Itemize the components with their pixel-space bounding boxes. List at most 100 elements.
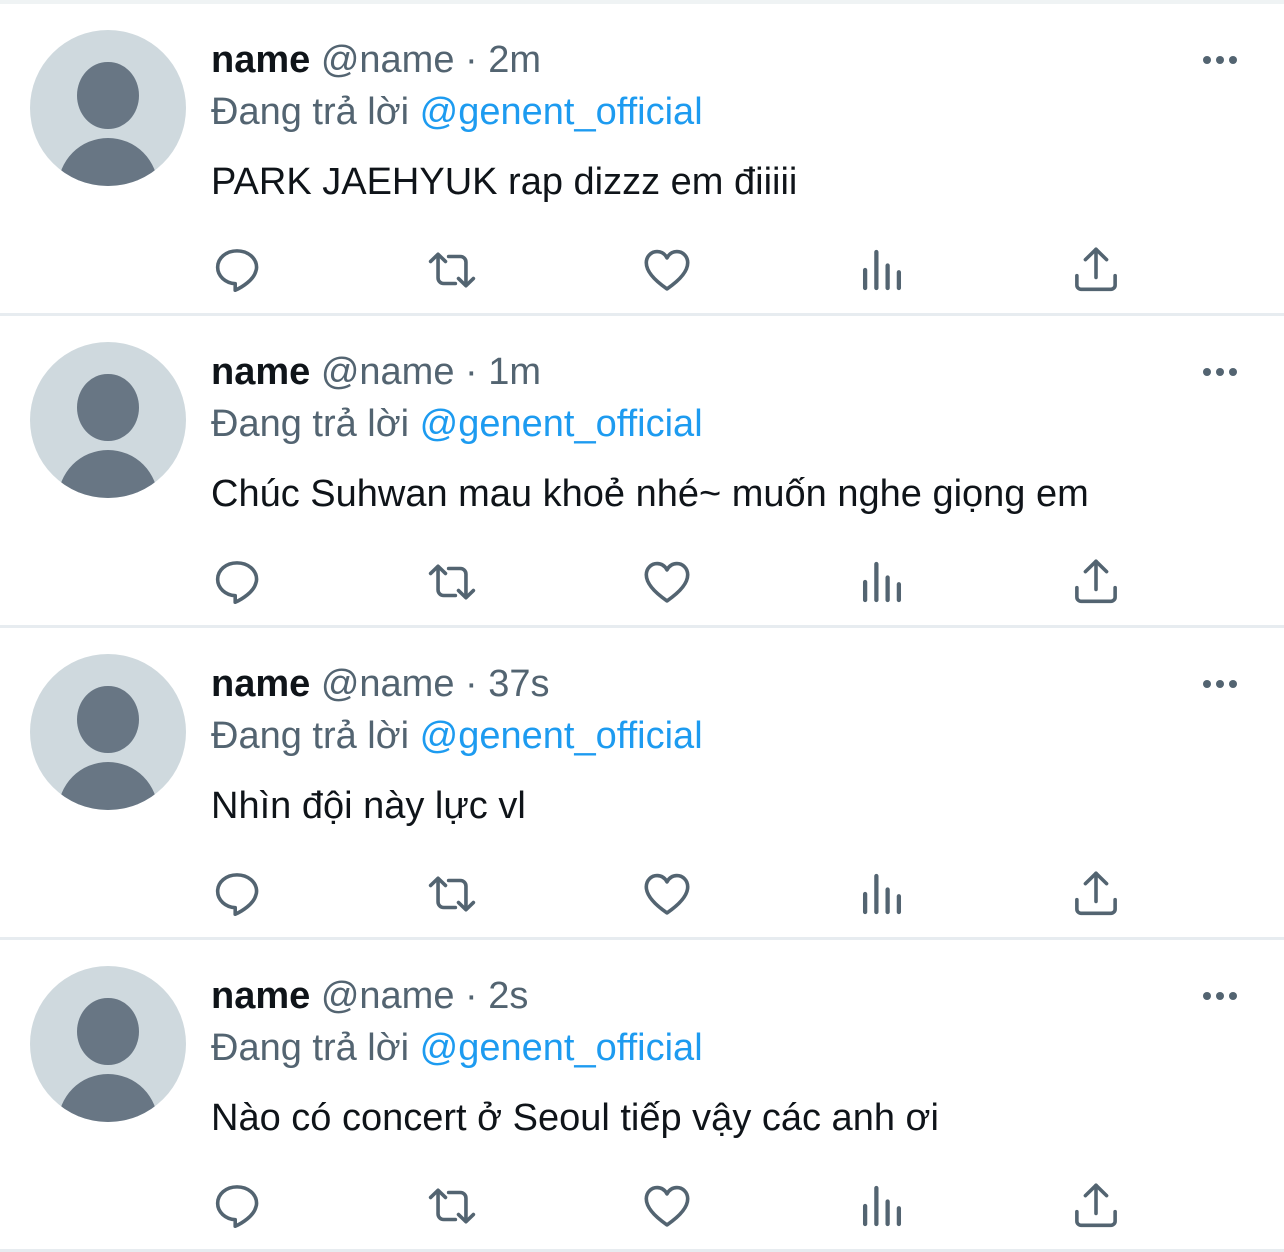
more-dots-icon[interactable] bbox=[1196, 982, 1244, 1010]
replying-to-label: Đang trả lời bbox=[211, 715, 410, 757]
views-button[interactable] bbox=[852, 552, 912, 612]
analytics-bars-icon bbox=[862, 561, 902, 603]
dot bbox=[1203, 368, 1211, 376]
heart-icon bbox=[644, 249, 690, 291]
retweet-icon bbox=[428, 564, 476, 600]
avatar[interactable] bbox=[30, 654, 186, 810]
reply-mention-link[interactable]: @genent_official bbox=[420, 1027, 703, 1069]
tweet-header: name @name · 1m bbox=[211, 348, 541, 396]
avatar-body-shape bbox=[58, 1074, 158, 1122]
avatar[interactable] bbox=[30, 342, 186, 498]
tweet[interactable]: name @name · 1m Đang trả lời @genent_off… bbox=[0, 316, 1284, 628]
reply-bubble-icon bbox=[215, 561, 259, 605]
tweet-actions bbox=[0, 1176, 1284, 1236]
avatar[interactable] bbox=[30, 30, 186, 186]
tweet[interactable]: name @name · 2m Đang trả lời @genent_off… bbox=[0, 4, 1284, 316]
like-button[interactable] bbox=[637, 552, 697, 612]
tweet-header: name @name · 2s bbox=[211, 972, 528, 1020]
tweet-actions bbox=[0, 864, 1284, 924]
dot bbox=[1216, 992, 1224, 1000]
tweet[interactable]: name @name · 2s Đang trả lời @genent_off… bbox=[0, 940, 1284, 1252]
share-button[interactable] bbox=[1066, 1176, 1126, 1236]
replying-to: Đang trả lời @genent_official bbox=[211, 1024, 703, 1072]
share-upload-icon bbox=[1075, 1183, 1117, 1228]
heart-icon bbox=[644, 873, 690, 915]
share-button[interactable] bbox=[1066, 240, 1126, 300]
replying-to-label: Đang trả lời bbox=[211, 1027, 410, 1069]
like-button[interactable] bbox=[637, 864, 697, 924]
avatar-head-shape bbox=[77, 62, 139, 129]
separator-dot: · bbox=[465, 663, 478, 705]
handle[interactable]: @name bbox=[321, 39, 455, 81]
timestamp[interactable]: 2s bbox=[488, 975, 528, 1017]
handle[interactable]: @name bbox=[321, 975, 455, 1017]
handle[interactable]: @name bbox=[321, 351, 455, 393]
separator-dot: · bbox=[465, 39, 478, 81]
reply-mention-link[interactable]: @genent_official bbox=[420, 403, 703, 445]
replying-to: Đang trả lời @genent_official bbox=[211, 88, 703, 136]
dot bbox=[1216, 368, 1224, 376]
tweet-text: Nhìn đội này lực vl bbox=[211, 785, 526, 827]
tweet-text: Chúc Suhwan mau khoẻ nhé~ muốn nghe giọn… bbox=[211, 473, 1089, 515]
replying-to: Đang trả lời @genent_official bbox=[211, 712, 703, 760]
display-name[interactable]: name bbox=[211, 351, 310, 393]
tweet[interactable]: name @name · 37s Đang trả lời @genent_of… bbox=[0, 628, 1284, 940]
retweet-button[interactable] bbox=[422, 1176, 482, 1236]
share-button[interactable] bbox=[1066, 552, 1126, 612]
handle[interactable]: @name bbox=[321, 663, 455, 705]
display-name[interactable]: name bbox=[211, 663, 310, 705]
reply-bubble-icon bbox=[215, 873, 259, 917]
display-name[interactable]: name bbox=[211, 39, 310, 81]
retweet-button[interactable] bbox=[422, 552, 482, 612]
reply-mention-link[interactable]: @genent_official bbox=[420, 715, 703, 757]
like-button[interactable] bbox=[637, 240, 697, 300]
tweet-text: Nào có concert ở Seoul tiếp vậy các anh … bbox=[211, 1097, 939, 1139]
replying-to-label: Đang trả lời bbox=[211, 91, 410, 133]
reply-bubble-icon bbox=[215, 1185, 259, 1229]
replying-to: Đang trả lời @genent_official bbox=[211, 400, 703, 448]
heart-icon bbox=[644, 561, 690, 603]
avatar-body-shape bbox=[58, 450, 158, 498]
dot bbox=[1229, 992, 1237, 1000]
dot bbox=[1203, 992, 1211, 1000]
timestamp[interactable]: 37s bbox=[488, 663, 549, 705]
avatar[interactable] bbox=[30, 966, 186, 1122]
timestamp[interactable]: 1m bbox=[488, 351, 541, 393]
share-button[interactable] bbox=[1066, 864, 1126, 924]
avatar-head-shape bbox=[77, 374, 139, 441]
dot bbox=[1229, 680, 1237, 688]
reply-bubble-icon bbox=[215, 249, 259, 293]
more-dots-icon[interactable] bbox=[1196, 46, 1244, 74]
tweet-header: name @name · 37s bbox=[211, 660, 550, 708]
dot bbox=[1229, 56, 1237, 64]
views-button[interactable] bbox=[852, 864, 912, 924]
analytics-bars-icon bbox=[862, 873, 902, 915]
avatar-body-shape bbox=[58, 138, 158, 186]
reply-button[interactable] bbox=[207, 864, 267, 924]
tweet-text: PARK JAEHYUK rap dizzz em điiiii bbox=[211, 161, 798, 203]
share-upload-icon bbox=[1075, 871, 1117, 916]
like-button[interactable] bbox=[637, 1176, 697, 1236]
tweet-header: name @name · 2m bbox=[211, 36, 541, 84]
views-button[interactable] bbox=[852, 240, 912, 300]
more-dots-icon[interactable] bbox=[1196, 670, 1244, 698]
reply-mention-link[interactable]: @genent_official bbox=[420, 91, 703, 133]
views-button[interactable] bbox=[852, 1176, 912, 1236]
replying-to-label: Đang trả lời bbox=[211, 403, 410, 445]
more-dots-icon[interactable] bbox=[1196, 358, 1244, 386]
reply-button[interactable] bbox=[207, 240, 267, 300]
reply-button[interactable] bbox=[207, 1176, 267, 1236]
dot bbox=[1216, 56, 1224, 64]
dot bbox=[1229, 368, 1237, 376]
separator-dot: · bbox=[465, 351, 478, 393]
retweet-button[interactable] bbox=[422, 240, 482, 300]
timestamp[interactable]: 2m bbox=[488, 39, 541, 81]
retweet-icon bbox=[428, 876, 476, 912]
display-name[interactable]: name bbox=[211, 975, 310, 1017]
avatar-head-shape bbox=[77, 686, 139, 753]
reply-button[interactable] bbox=[207, 552, 267, 612]
tweet-actions bbox=[0, 552, 1284, 612]
share-upload-icon bbox=[1075, 247, 1117, 292]
retweet-button[interactable] bbox=[422, 864, 482, 924]
heart-icon bbox=[644, 1185, 690, 1227]
